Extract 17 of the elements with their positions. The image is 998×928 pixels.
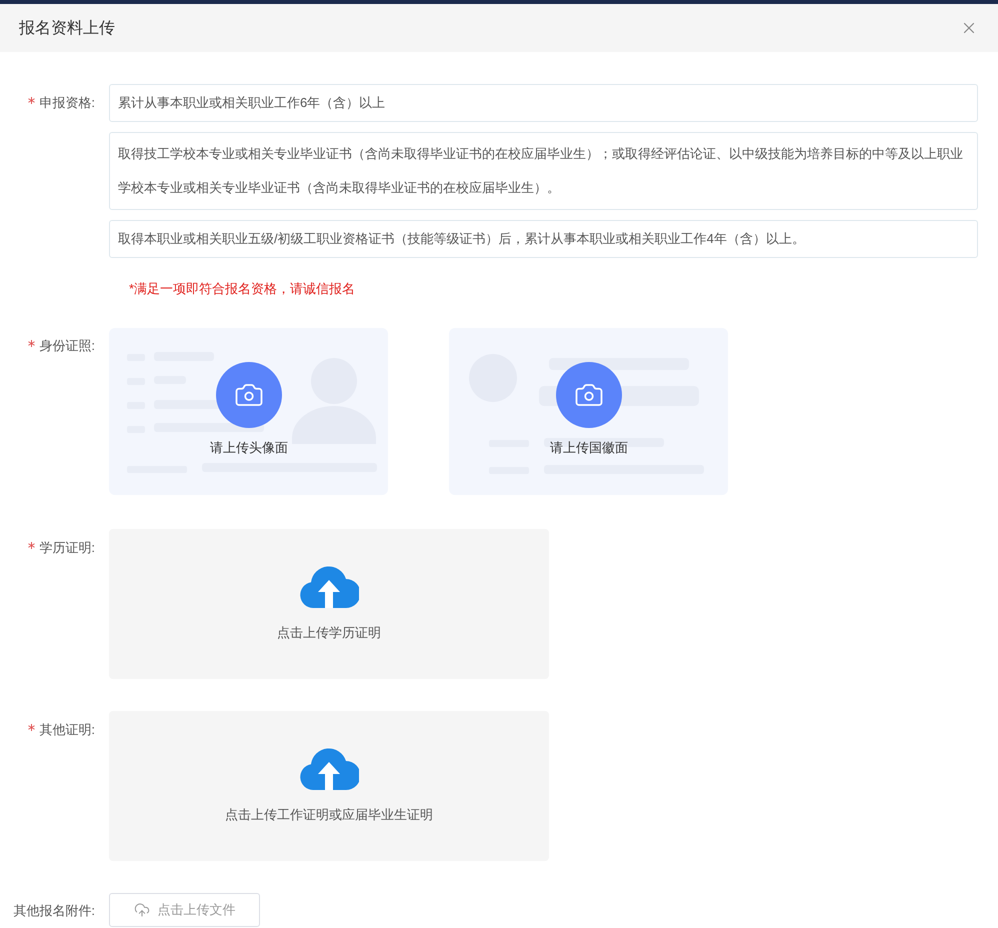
qualification-option: 取得技工学校本专业或相关专业毕业证书（含尚未取得毕业证书的在校应届毕业生）；或取得经评估论证、以中级技能为培养目标的中等及以上职业学校本专业或相关专业毕业证书（含尚未取得毕业证书的在校应届毕业生）。 bbox=[109, 132, 978, 210]
upload-dropzone[interactable]: 点击上传工作证明或应届毕业生证明 bbox=[109, 711, 549, 861]
cloud-upload-icon bbox=[299, 748, 359, 790]
upload-caption: 请上传国徽面 bbox=[549, 439, 629, 457]
qualification-option: 累计从事本职业或相关职业工作6年（含）以上 bbox=[109, 84, 978, 122]
field-label: 身份证照: bbox=[39, 337, 95, 355]
field-label: 其他报名附件: bbox=[13, 902, 95, 920]
cloud-upload-icon bbox=[299, 566, 359, 608]
upload-dropzone[interactable]: 点击上传学历证明 bbox=[109, 529, 549, 679]
eligibility-note: *满足一项即符合报名资格，请诚信报名 bbox=[129, 280, 356, 298]
field-label: 学历证明: bbox=[39, 539, 95, 557]
field-label: 申报资格: bbox=[39, 94, 95, 112]
field-label: 其他证明: bbox=[39, 721, 95, 739]
dialog-title: 报名资料上传 bbox=[19, 18, 115, 38]
upload-caption: 请上传头像面 bbox=[209, 439, 289, 457]
cloud-upload-icon bbox=[134, 902, 150, 918]
qualification-option: 取得本职业或相关职业五级/初级工职业资格证书（技能等级证书）后，累计从事本职业或相关职业工作4年（含）以上。 bbox=[109, 220, 978, 258]
